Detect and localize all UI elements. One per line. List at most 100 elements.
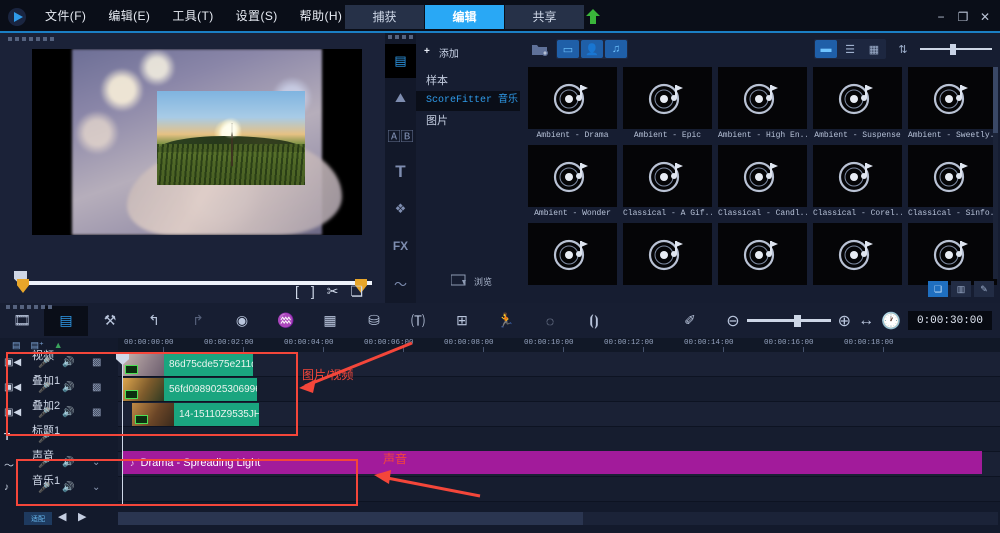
library-scrollbar[interactable]: [993, 67, 998, 279]
zoom-slider-knob[interactable]: [793, 314, 801, 327]
rail-path-icon[interactable]: 〜: [385, 266, 416, 300]
scissors-icon[interactable]: ✂: [327, 283, 339, 300]
tab-capture[interactable]: 捕获: [345, 5, 424, 29]
minimize-button[interactable]: −: [930, 6, 952, 28]
scroll-left-button[interactable]: ◀: [58, 510, 66, 523]
library-item[interactable]: [718, 223, 807, 285]
library-thumbnail-size-slider[interactable]: [920, 42, 992, 56]
timeline-track-overlay1[interactable]: 56fd09890253069969: [118, 377, 1000, 402]
storyboard-view-button[interactable]: 🎞: [0, 306, 44, 336]
timeline-playhead[interactable]: [116, 352, 129, 516]
mark-in-button[interactable]: [: [295, 283, 299, 300]
subtitle-editor-button[interactable]: 🄣: [396, 306, 440, 336]
edit-icon[interactable]: ✎: [974, 281, 994, 297]
rail-fx-icon[interactable]: FX: [385, 229, 416, 263]
timeline-clip[interactable]: 56fd09890253069969: [122, 378, 257, 401]
split-screen-button[interactable]: ⊞: [440, 306, 484, 336]
timeline-track-title1[interactable]: [118, 427, 1000, 452]
timeline-zoom-slider[interactable]: [746, 314, 831, 327]
mic-icon[interactable]: 🎤: [38, 433, 50, 444]
library-item[interactable]: [813, 223, 902, 285]
timeline-audio-clip[interactable]: ♪ Drama - Spreading Light: [122, 451, 982, 474]
library-nav-samples[interactable]: 样本: [416, 71, 520, 91]
tab-share[interactable]: 共享: [505, 5, 584, 29]
speech-bubble-button[interactable]: ◌: [528, 306, 572, 336]
zoom-out-icon[interactable]: ⊖: [726, 311, 739, 331]
speaker-icon[interactable]: 🔊: [62, 407, 74, 418]
library-item[interactable]: Ambient - Wonder: [528, 145, 617, 218]
menu-help[interactable]: 帮助(H): [289, 0, 354, 33]
timeline-clip[interactable]: 86d75cde575e211d5: [122, 353, 253, 376]
import-folder-icon[interactable]: [528, 40, 550, 58]
panel-toggle-icon[interactable]: ❏: [928, 281, 948, 297]
library-item[interactable]: Classical - Candl...: [718, 145, 807, 218]
redo-button[interactable]: ↱: [176, 306, 220, 336]
chevron-down-icon[interactable]: ⌄: [92, 457, 100, 468]
timeline-track-music1[interactable]: ♪ Drama - Spreading Light: [118, 451, 1000, 502]
mic-icon[interactable]: 🎤: [38, 358, 50, 369]
mix-icon[interactable]: ▩: [92, 407, 101, 418]
library-item[interactable]: [528, 223, 617, 285]
mic-icon[interactable]: 🎤: [38, 483, 50, 494]
large-view-icon[interactable]: ▬: [815, 40, 837, 58]
video-filter-icon[interactable]: ▭: [557, 40, 579, 58]
track-manager-button[interactable]: ⚒: [88, 306, 132, 336]
mic-icon[interactable]: 🎤: [38, 458, 50, 469]
library-item[interactable]: Ambient - Epic: [623, 67, 712, 140]
copy-icon[interactable]: ❏: [351, 283, 364, 300]
list-view-icon[interactable]: ☰: [839, 40, 861, 58]
trim-start-handle[interactable]: [17, 279, 29, 293]
timeline-clip[interactable]: 14-15110Z9535JH.jp: [132, 403, 259, 426]
paint-tool-button[interactable]: ✐: [668, 306, 712, 336]
rail-transition-icon[interactable]: ⛰: [385, 81, 416, 115]
motion-button[interactable]: 🏃: [484, 306, 528, 336]
library-scrollbar-thumb[interactable]: [993, 67, 998, 133]
zoom-in-icon[interactable]: ⊕: [838, 311, 851, 331]
speaker-icon[interactable]: 🔊: [62, 457, 74, 468]
rail-text-icon[interactable]: T: [385, 155, 416, 189]
grid-view-icon[interactable]: ▦: [863, 40, 885, 58]
undo-button[interactable]: ↰: [132, 306, 176, 336]
multi-camera-button[interactable]: ⛁: [352, 306, 396, 336]
rail-graphic-icon[interactable]: ❖: [385, 192, 416, 226]
speaker-icon[interactable]: 🔊: [62, 357, 74, 368]
mark-out-button[interactable]: ]: [311, 283, 315, 300]
add-media-button[interactable]: + 添加: [416, 33, 520, 71]
timeline-horizontal-scrollbar[interactable]: [118, 512, 998, 525]
fit-timeline-button[interactable]: 适配: [24, 512, 52, 525]
record-capture-button[interactable]: ◉: [220, 306, 264, 336]
maximize-button[interactable]: ❐: [952, 6, 974, 28]
scroll-right-button[interactable]: ▶: [78, 510, 86, 523]
mic-icon[interactable]: 🎤: [38, 408, 50, 419]
speaker-icon[interactable]: 🔊: [62, 382, 74, 393]
library-item[interactable]: Classical - Corel...: [813, 145, 902, 218]
timeline-track-video[interactable]: 86d75cde575e211d5: [118, 352, 1000, 377]
chevron-down-icon[interactable]: ⌄: [92, 482, 100, 493]
preview-screen[interactable]: [32, 49, 362, 235]
project-duration[interactable]: 0:00:30:00: [908, 311, 992, 330]
rail-media-icon[interactable]: ▤: [385, 44, 416, 78]
library-item[interactable]: [623, 223, 712, 285]
fit-project-icon[interactable]: ↔: [858, 312, 874, 330]
timeline-scrollbar-thumb[interactable]: [118, 512, 583, 525]
library-nav-scorefitter[interactable]: ScoreFitter 音乐: [416, 91, 520, 111]
motion-tracking-button[interactable]: ▦: [308, 306, 352, 336]
library-item[interactable]: Classical - Sinfo...: [908, 145, 997, 218]
library-item[interactable]: Ambient - Sweetly...: [908, 67, 997, 140]
library-nav-pictures[interactable]: 图片: [416, 111, 520, 131]
tab-edit[interactable]: 编辑: [425, 5, 504, 29]
sort-icon[interactable]: ⇅: [892, 40, 914, 58]
track-header-title1[interactable]: T 标题1 🎤: [0, 425, 118, 452]
track-header-music1[interactable]: ♪ 音乐1 🎤 🔊 ⌄: [0, 475, 118, 502]
freeze-frame-button[interactable]: ⦗⦘: [572, 306, 616, 336]
photo-filter-icon[interactable]: 👤: [581, 40, 603, 58]
timeline-track-overlay2[interactable]: 14-15110Z9535JH.jp: [118, 402, 1000, 427]
timeline-view-button[interactable]: ▤: [44, 305, 88, 336]
library-item[interactable]: Ambient - High En...: [718, 67, 807, 140]
marker-icon[interactable]: ▲: [54, 340, 63, 350]
slider-knob[interactable]: [950, 43, 957, 55]
audio-mixer-button[interactable]: ♒: [264, 306, 308, 336]
menu-tools[interactable]: 工具(T): [161, 0, 224, 33]
speaker-icon[interactable]: 🔊: [62, 482, 74, 493]
split-view-icon[interactable]: ▥: [951, 281, 971, 297]
